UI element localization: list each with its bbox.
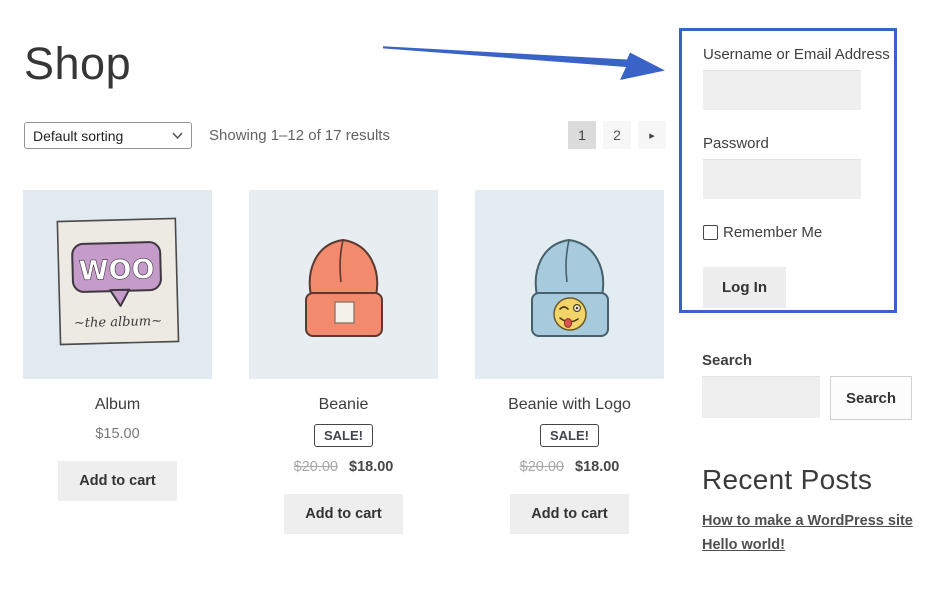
- album-bubble-text: WOO: [78, 254, 154, 287]
- search-widget: Search Search: [702, 352, 912, 420]
- product-price-row: $15.00: [95, 426, 139, 442]
- product-card-album: WOO ~the album~ Album $15.00 Add to cart: [23, 190, 212, 534]
- product-card-beanie-with-logo: Beanie with Logo SALE! $20.00 $18.00 Add …: [475, 190, 664, 534]
- winking-emoji-patch: [554, 298, 586, 330]
- recent-posts-widget: Recent Posts How to make a WordPress sit…: [702, 464, 928, 553]
- username-field[interactable]: [703, 70, 861, 110]
- product-title[interactable]: Beanie with Logo: [508, 396, 631, 414]
- product-old-price: $20.00: [520, 459, 564, 475]
- product-card-beanie: Beanie SALE! $20.00 $18.00 Add to cart: [249, 190, 438, 534]
- product-grid: WOO ~the album~ Album $15.00 Add to cart…: [23, 190, 664, 534]
- pagination-page-1[interactable]: 1: [568, 121, 596, 149]
- sorting-dropdown[interactable]: Default sorting: [24, 122, 192, 149]
- shop-page: Shop Default sorting Showing 1–12 of 17 …: [0, 0, 932, 600]
- product-price-row: $20.00 $18.00: [520, 459, 620, 475]
- pagination: 1 2 ▸: [568, 121, 666, 149]
- product-price: $18.00: [349, 459, 393, 475]
- product-price: $18.00: [575, 459, 619, 475]
- sorting-dropdown-wrap: Default sorting: [24, 122, 192, 149]
- search-button[interactable]: Search: [830, 376, 912, 420]
- recent-posts-title: Recent Posts: [702, 464, 928, 496]
- add-to-cart-button[interactable]: Add to cart: [58, 461, 177, 501]
- password-field[interactable]: [703, 159, 861, 199]
- beanie-product-image[interactable]: [249, 190, 438, 379]
- remember-me-label: Remember Me: [723, 224, 822, 241]
- sale-badge: SALE!: [314, 424, 373, 447]
- product-price-row: $20.00 $18.00: [294, 459, 394, 475]
- album-product-image[interactable]: WOO ~the album~: [23, 190, 212, 379]
- add-to-cart-button[interactable]: Add to cart: [284, 494, 403, 534]
- pagination-page-2[interactable]: 2: [603, 121, 631, 149]
- login-widget: Username or Email Address Password Remem…: [703, 46, 861, 308]
- album-caption-text: ~the album~: [74, 314, 163, 331]
- results-count: Showing 1–12 of 17 results: [209, 127, 390, 144]
- search-widget-title: Search: [702, 352, 912, 369]
- recent-post-link[interactable]: How to make a WordPress site: [702, 513, 928, 529]
- remember-me-checkbox[interactable]: [703, 225, 718, 240]
- page-title: Shop: [24, 38, 131, 90]
- sale-badge: SALE!: [540, 424, 599, 447]
- beanie-with-logo-product-image[interactable]: [475, 190, 664, 379]
- password-label: Password: [703, 135, 861, 152]
- product-title[interactable]: Album: [95, 396, 140, 414]
- add-to-cart-button[interactable]: Add to cart: [510, 494, 629, 534]
- beanie-label-patch: [335, 302, 354, 323]
- recent-post-link[interactable]: Hello world!: [702, 537, 928, 553]
- log-in-button[interactable]: Log In: [703, 267, 786, 308]
- username-label: Username or Email Address: [703, 46, 861, 63]
- search-input[interactable]: [702, 376, 820, 418]
- product-price: $15.00: [95, 426, 139, 442]
- product-title[interactable]: Beanie: [319, 396, 369, 414]
- product-old-price: $20.00: [294, 459, 338, 475]
- pagination-next-button[interactable]: ▸: [638, 121, 666, 149]
